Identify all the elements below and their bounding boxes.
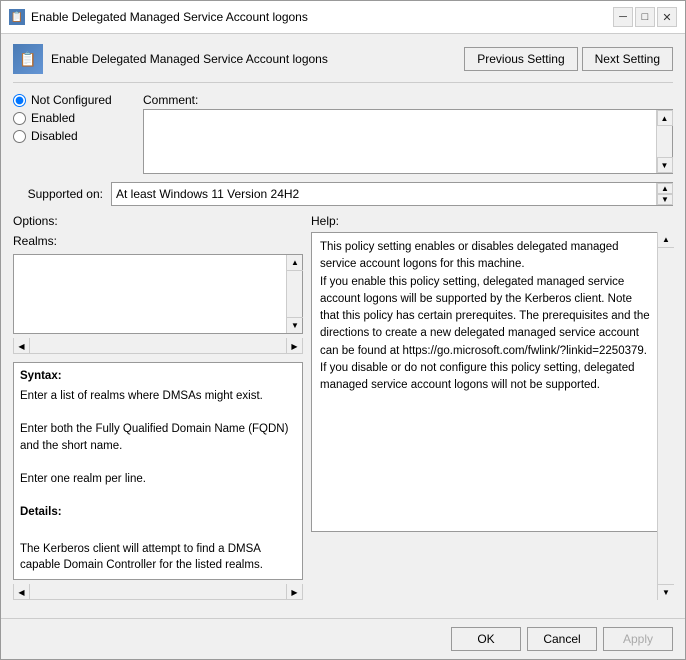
help-para-3: If you disable or do not configure this … (320, 360, 650, 395)
options-panel: Options: Realms: ▲ ▼ ◀ (13, 214, 303, 600)
comment-textarea[interactable] (144, 110, 656, 170)
supported-label: Supported on: (13, 187, 103, 201)
help-label: Help: (311, 214, 673, 228)
window-title: Enable Delegated Managed Service Account… (31, 10, 308, 24)
details-title: Details: (20, 504, 296, 521)
footer-section: OK Cancel Apply (1, 618, 685, 659)
comment-scroll-up[interactable]: ▲ (657, 110, 673, 126)
window-icon: 📋 (9, 9, 25, 25)
realms-container: ▲ ▼ (13, 254, 303, 334)
comment-scrollbar: ▲ ▼ (656, 110, 672, 173)
enabled-option[interactable]: Enabled (13, 111, 123, 125)
options-label: Options: (13, 214, 303, 228)
realms-scroll-up[interactable]: ▲ (287, 255, 303, 271)
supported-section: Supported on: At least Windows 11 Versio… (13, 182, 673, 206)
header-section: 📋 Enable Delegated Managed Service Accou… (13, 44, 673, 83)
title-controls: ─ □ ✕ (613, 7, 677, 27)
supported-scroll-down[interactable]: ▼ (657, 194, 673, 205)
help-para-2: If you enable this policy setting, deleg… (320, 274, 650, 360)
help-scroll-down[interactable]: ▼ (658, 584, 674, 600)
enabled-radio[interactable] (13, 112, 26, 125)
next-setting-button[interactable]: Next Setting (582, 47, 673, 71)
ok-button[interactable]: OK (451, 627, 521, 651)
syntax-line-3: Enter one realm per line. (20, 471, 296, 488)
minimize-button[interactable]: ─ (613, 7, 633, 27)
help-text-wrapper: This policy setting enables or disables … (311, 232, 673, 600)
help-text-box: This policy setting enables or disables … (311, 232, 673, 532)
radio-comment-section: Not Configured Enabled Disabled Comment:… (13, 93, 673, 174)
realms-scroll-right[interactable]: ▶ (286, 338, 302, 354)
title-bar-left: 📋 Enable Delegated Managed Service Accou… (9, 9, 308, 25)
header-title: Enable Delegated Managed Service Account… (51, 52, 328, 66)
syntax-h-track (30, 584, 286, 599)
prev-setting-button[interactable]: Previous Setting (464, 47, 577, 71)
not-configured-option[interactable]: Not Configured (13, 93, 123, 107)
comment-label: Comment: (143, 93, 673, 107)
help-scroll-up[interactable]: ▲ (658, 232, 674, 248)
apply-button[interactable]: Apply (603, 627, 673, 651)
header-left: 📋 Enable Delegated Managed Service Accou… (13, 44, 328, 74)
realms-scroll-left[interactable]: ◀ (14, 338, 30, 354)
comment-section: Comment: ▲ ▼ (143, 93, 673, 174)
options-help-row: Options: Realms: ▲ ▼ ◀ (13, 214, 673, 600)
supported-value: At least Windows 11 Version 24H2 (112, 183, 672, 205)
syntax-title: Syntax: (20, 368, 296, 385)
syntax-line-1: Enter a list of realms where DMSAs might… (20, 388, 296, 405)
header-buttons: Previous Setting Next Setting (464, 47, 673, 71)
disabled-radio[interactable] (13, 130, 26, 143)
disabled-label: Disabled (31, 129, 78, 143)
title-bar: 📋 Enable Delegated Managed Service Accou… (1, 1, 685, 34)
details-line-1: The Kerberos client will attempt to find… (20, 541, 296, 574)
syntax-details-box: Syntax: Enter a list of realms where DMS… (13, 362, 303, 580)
syntax-line-2: Enter both the Fully Qualified Domain Na… (20, 421, 296, 454)
realms-scroll-down[interactable]: ▼ (287, 317, 303, 333)
supported-value-container: At least Windows 11 Version 24H2 ▲ ▼ (111, 182, 673, 206)
help-v-track (658, 248, 673, 584)
main-content: 📋 Enable Delegated Managed Service Accou… (1, 34, 685, 618)
disabled-option[interactable]: Disabled (13, 129, 123, 143)
syntax-scroll-right[interactable]: ▶ (286, 584, 302, 600)
supported-scrollbar: ▲ ▼ (656, 183, 672, 205)
not-configured-label: Not Configured (31, 93, 112, 107)
syntax-h-scrollbar: ◀ ▶ (13, 584, 303, 600)
options-inner: Realms: ▲ ▼ ◀ ▶ (13, 232, 303, 600)
not-configured-radio[interactable] (13, 94, 26, 107)
comment-scroll-down[interactable]: ▼ (657, 157, 673, 173)
help-panel: Help: This policy setting enables or dis… (311, 214, 673, 600)
enabled-label: Enabled (31, 111, 75, 125)
maximize-button[interactable]: □ (635, 7, 655, 27)
realms-v-track (287, 271, 302, 317)
help-v-scrollbar: ▲ ▼ (657, 232, 673, 600)
main-window: 📋 Enable Delegated Managed Service Accou… (0, 0, 686, 660)
radio-group: Not Configured Enabled Disabled (13, 93, 123, 143)
realms-label: Realms: (13, 232, 303, 250)
realms-h-scrollbar: ◀ ▶ (13, 338, 303, 354)
syntax-scroll-left[interactable]: ◀ (14, 584, 30, 600)
comment-field-container: ▲ ▼ (143, 109, 673, 174)
help-para-1: This policy setting enables or disables … (320, 239, 650, 274)
supported-scroll-up[interactable]: ▲ (657, 183, 673, 194)
realms-h-track (30, 338, 286, 353)
cancel-button[interactable]: Cancel (527, 627, 597, 651)
realms-v-scrollbar: ▲ ▼ (286, 255, 302, 333)
close-button[interactable]: ✕ (657, 7, 677, 27)
header-icon: 📋 (13, 44, 43, 74)
